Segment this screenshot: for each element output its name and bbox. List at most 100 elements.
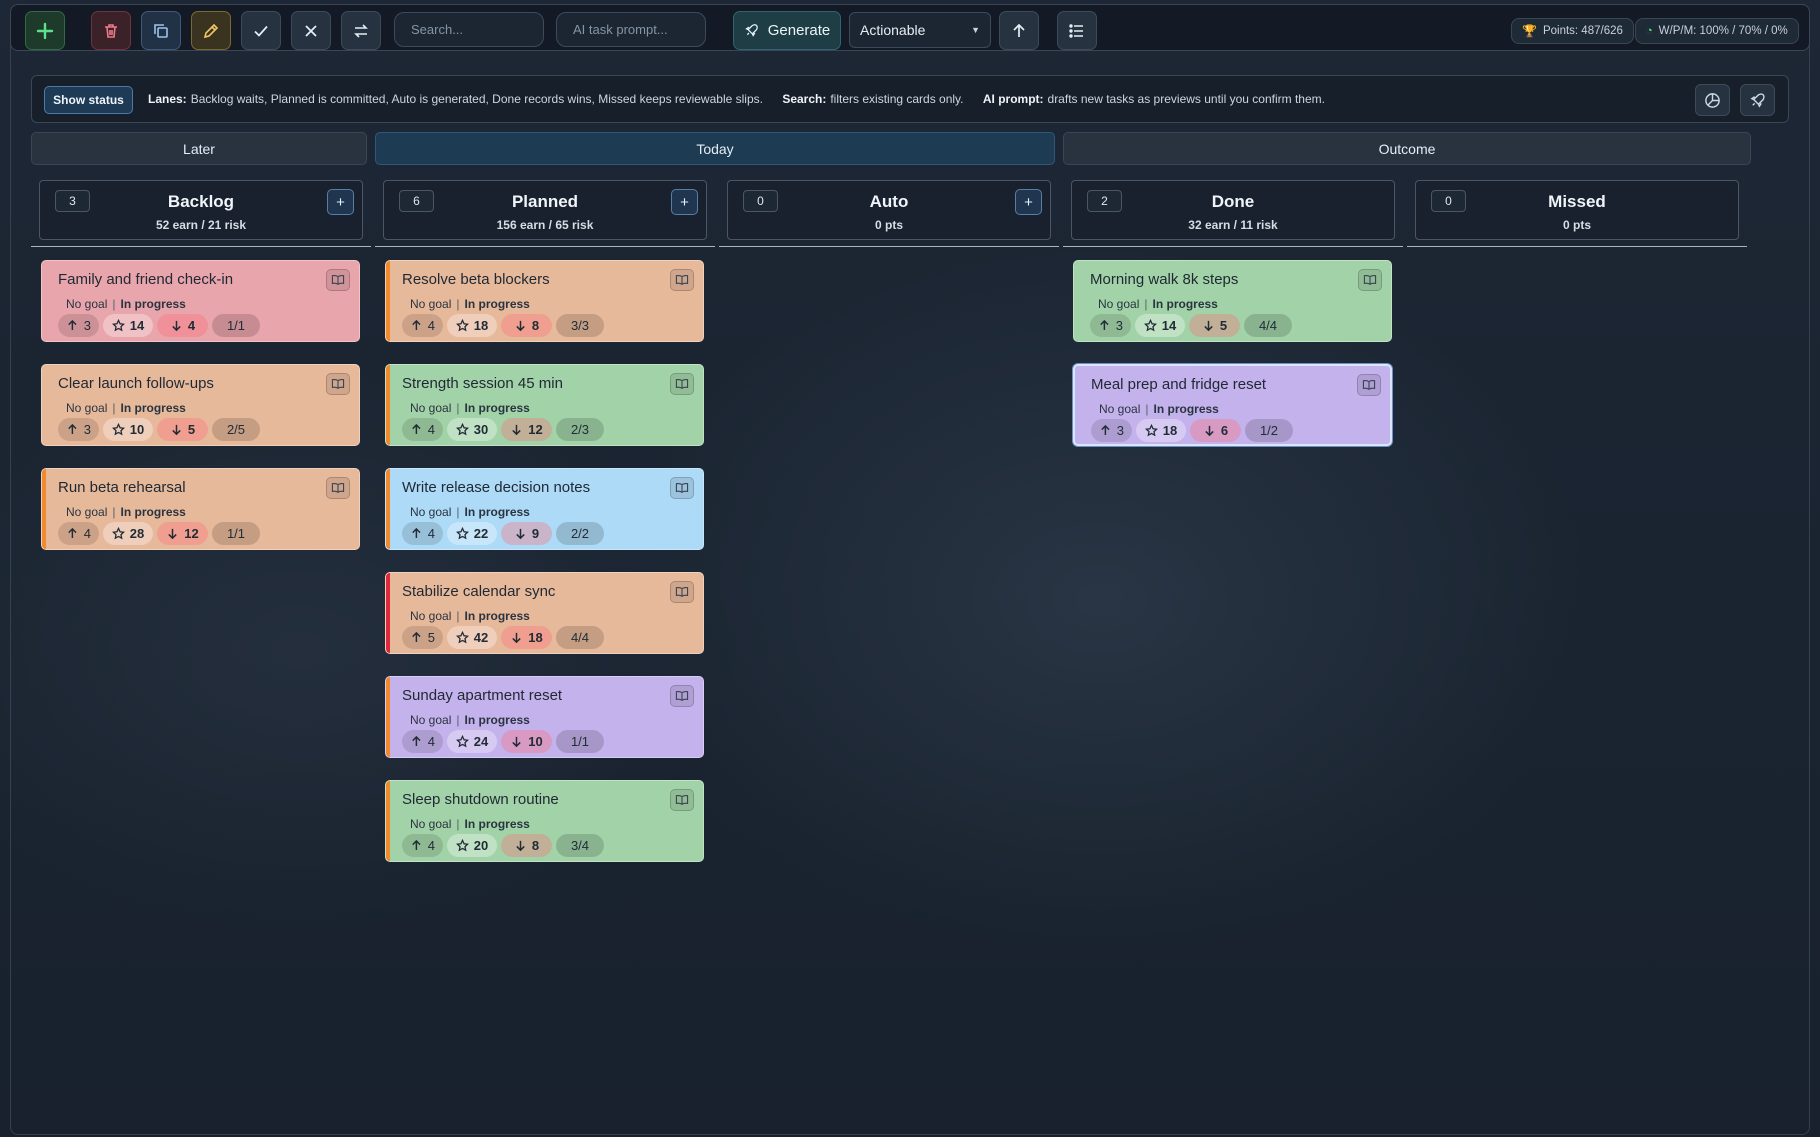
task-card[interactable]: Run beta rehearsal No goal | In progress 4 28… <box>41 468 360 550</box>
book-icon <box>675 587 689 597</box>
arrow-up-icon <box>412 423 421 435</box>
miss-button[interactable] <box>291 11 331 50</box>
card-details-button[interactable] <box>670 581 694 603</box>
book-icon <box>675 691 689 701</box>
card-goal: No goal <box>410 401 452 415</box>
card-details-button[interactable] <box>670 789 694 811</box>
card-meta: No goal | In progress <box>66 297 186 311</box>
card-details-button[interactable] <box>326 269 350 291</box>
group-today[interactable]: Today <box>375 132 1055 165</box>
group-outcome[interactable]: Outcome <box>1063 132 1751 165</box>
progress-value: 3/3 <box>570 318 590 333</box>
priority-pill: 3 <box>58 314 99 337</box>
priority-value: 4 <box>427 526 435 541</box>
priority-pill: 3 <box>58 418 99 441</box>
task-card[interactable]: Strength session 45 min No goal | In progre… <box>385 364 704 446</box>
progress-value: 4/4 <box>1258 318 1278 333</box>
book-icon <box>675 795 689 805</box>
priority-pill: 5 <box>402 626 443 649</box>
card-details-button[interactable] <box>670 373 694 395</box>
column-divider <box>31 246 371 247</box>
priority-pill: 3 <box>1091 419 1132 442</box>
progress-value: 4/4 <box>570 630 590 645</box>
add-to-auto-button[interactable]: + <box>1015 189 1042 215</box>
filter-select[interactable]: Actionable ▼ <box>849 12 991 48</box>
card-details-button[interactable] <box>1357 374 1381 396</box>
move-up-button[interactable] <box>999 11 1039 50</box>
column-summary: 0 pts <box>1562 218 1591 232</box>
task-card[interactable]: Meal prep and fridge reset No goal | In pro… <box>1073 364 1392 446</box>
rocket-icon <box>744 24 758 37</box>
card-state: In progress <box>120 297 186 311</box>
search-text: filters existing cards only. <box>830 92 964 106</box>
book-icon <box>675 379 689 389</box>
card-meta: No goal | In progress <box>410 609 530 623</box>
reward-pill: 14 <box>103 314 153 337</box>
plus-icon <box>36 22 54 39</box>
task-card[interactable]: Resolve beta blockers No goal | In progress… <box>385 260 704 342</box>
card-goal: No goal <box>410 713 452 727</box>
card-state: In progress <box>1152 297 1218 311</box>
close-icon <box>305 24 317 37</box>
progress-value: 1/2 <box>1259 423 1279 438</box>
column-done-header: 2 Done 32 earn / 11 risk <box>1071 180 1395 240</box>
risk-value: 10 <box>528 734 543 749</box>
search-input[interactable]: Search... <box>394 12 544 47</box>
card-details-button[interactable] <box>326 373 350 395</box>
arrow-down-icon <box>516 320 525 332</box>
add-to-backlog-button[interactable]: + <box>327 189 354 215</box>
star-icon <box>455 527 469 540</box>
card-stats: 3 10 5 2/5 <box>58 418 260 441</box>
ai-prompt-input[interactable]: AI task prompt... <box>556 12 706 47</box>
risk-value: 8 <box>531 318 540 333</box>
priority-pill: 4 <box>402 522 443 545</box>
risk-pill: 10 <box>501 730 552 753</box>
risk-pill: 9 <box>501 522 552 545</box>
card-details-button[interactable] <box>1358 269 1382 291</box>
launch-button[interactable] <box>1740 84 1775 116</box>
card-details-button[interactable] <box>670 269 694 291</box>
card-details-button[interactable] <box>326 477 350 499</box>
delete-button[interactable] <box>91 11 131 50</box>
swap-button[interactable] <box>341 11 381 50</box>
complete-button[interactable] <box>241 11 281 50</box>
card-details-button[interactable] <box>670 477 694 499</box>
generate-button[interactable]: Generate <box>733 11 841 50</box>
edit-button[interactable] <box>191 11 231 50</box>
card-state: In progress <box>120 401 186 415</box>
risk-value: 12 <box>528 422 543 437</box>
task-card[interactable]: Clear launch follow-ups No goal | In progre… <box>41 364 360 446</box>
task-card[interactable]: Sleep shutdown routine No goal | In progres… <box>385 780 704 862</box>
column-title: Auto <box>869 192 909 211</box>
chart-button[interactable] <box>1695 84 1730 116</box>
task-card[interactable]: Morning walk 8k steps No goal | In progress… <box>1073 260 1392 342</box>
progress-value: 2/3 <box>570 422 590 437</box>
task-card[interactable]: Family and friend check-in No goal | In pro… <box>41 260 360 342</box>
group-later[interactable]: Later <box>31 132 367 165</box>
card-stats: 4 28 12 1/1 <box>58 522 260 545</box>
list-view-button[interactable] <box>1057 11 1097 50</box>
risk-value: 5 <box>1219 318 1228 333</box>
add-to-planned-button[interactable]: + <box>671 189 698 215</box>
arrow-up-icon <box>412 527 421 539</box>
risk-pill: 6 <box>1190 419 1241 442</box>
arrow-up-icon <box>412 839 421 851</box>
progress-pill: 2/5 <box>212 418 260 441</box>
card-details-button[interactable] <box>670 685 694 707</box>
reward-pill: 30 <box>447 418 497 441</box>
trophy-icon: 🏆 <box>1522 24 1537 38</box>
task-card[interactable]: Stabilize calendar sync No goal | In progre… <box>385 572 704 654</box>
card-meta: No goal | In progress <box>410 713 530 727</box>
search-label: Search: <box>782 92 827 106</box>
task-card[interactable]: Sunday apartment reset No goal | In progres… <box>385 676 704 758</box>
duplicate-button[interactable] <box>141 11 181 50</box>
column-divider <box>375 246 715 247</box>
add-task-button[interactable] <box>25 11 65 50</box>
show-status-button[interactable]: Show status <box>44 86 133 114</box>
star-icon <box>455 631 469 644</box>
task-card[interactable]: Write release decision notes No goal | In p… <box>385 468 704 550</box>
progress-pill: 2/3 <box>556 418 604 441</box>
column-summary: 32 earn / 11 risk <box>1188 218 1278 232</box>
arrow-up-icon <box>1013 23 1025 37</box>
progress-value: 2/2 <box>570 526 590 541</box>
